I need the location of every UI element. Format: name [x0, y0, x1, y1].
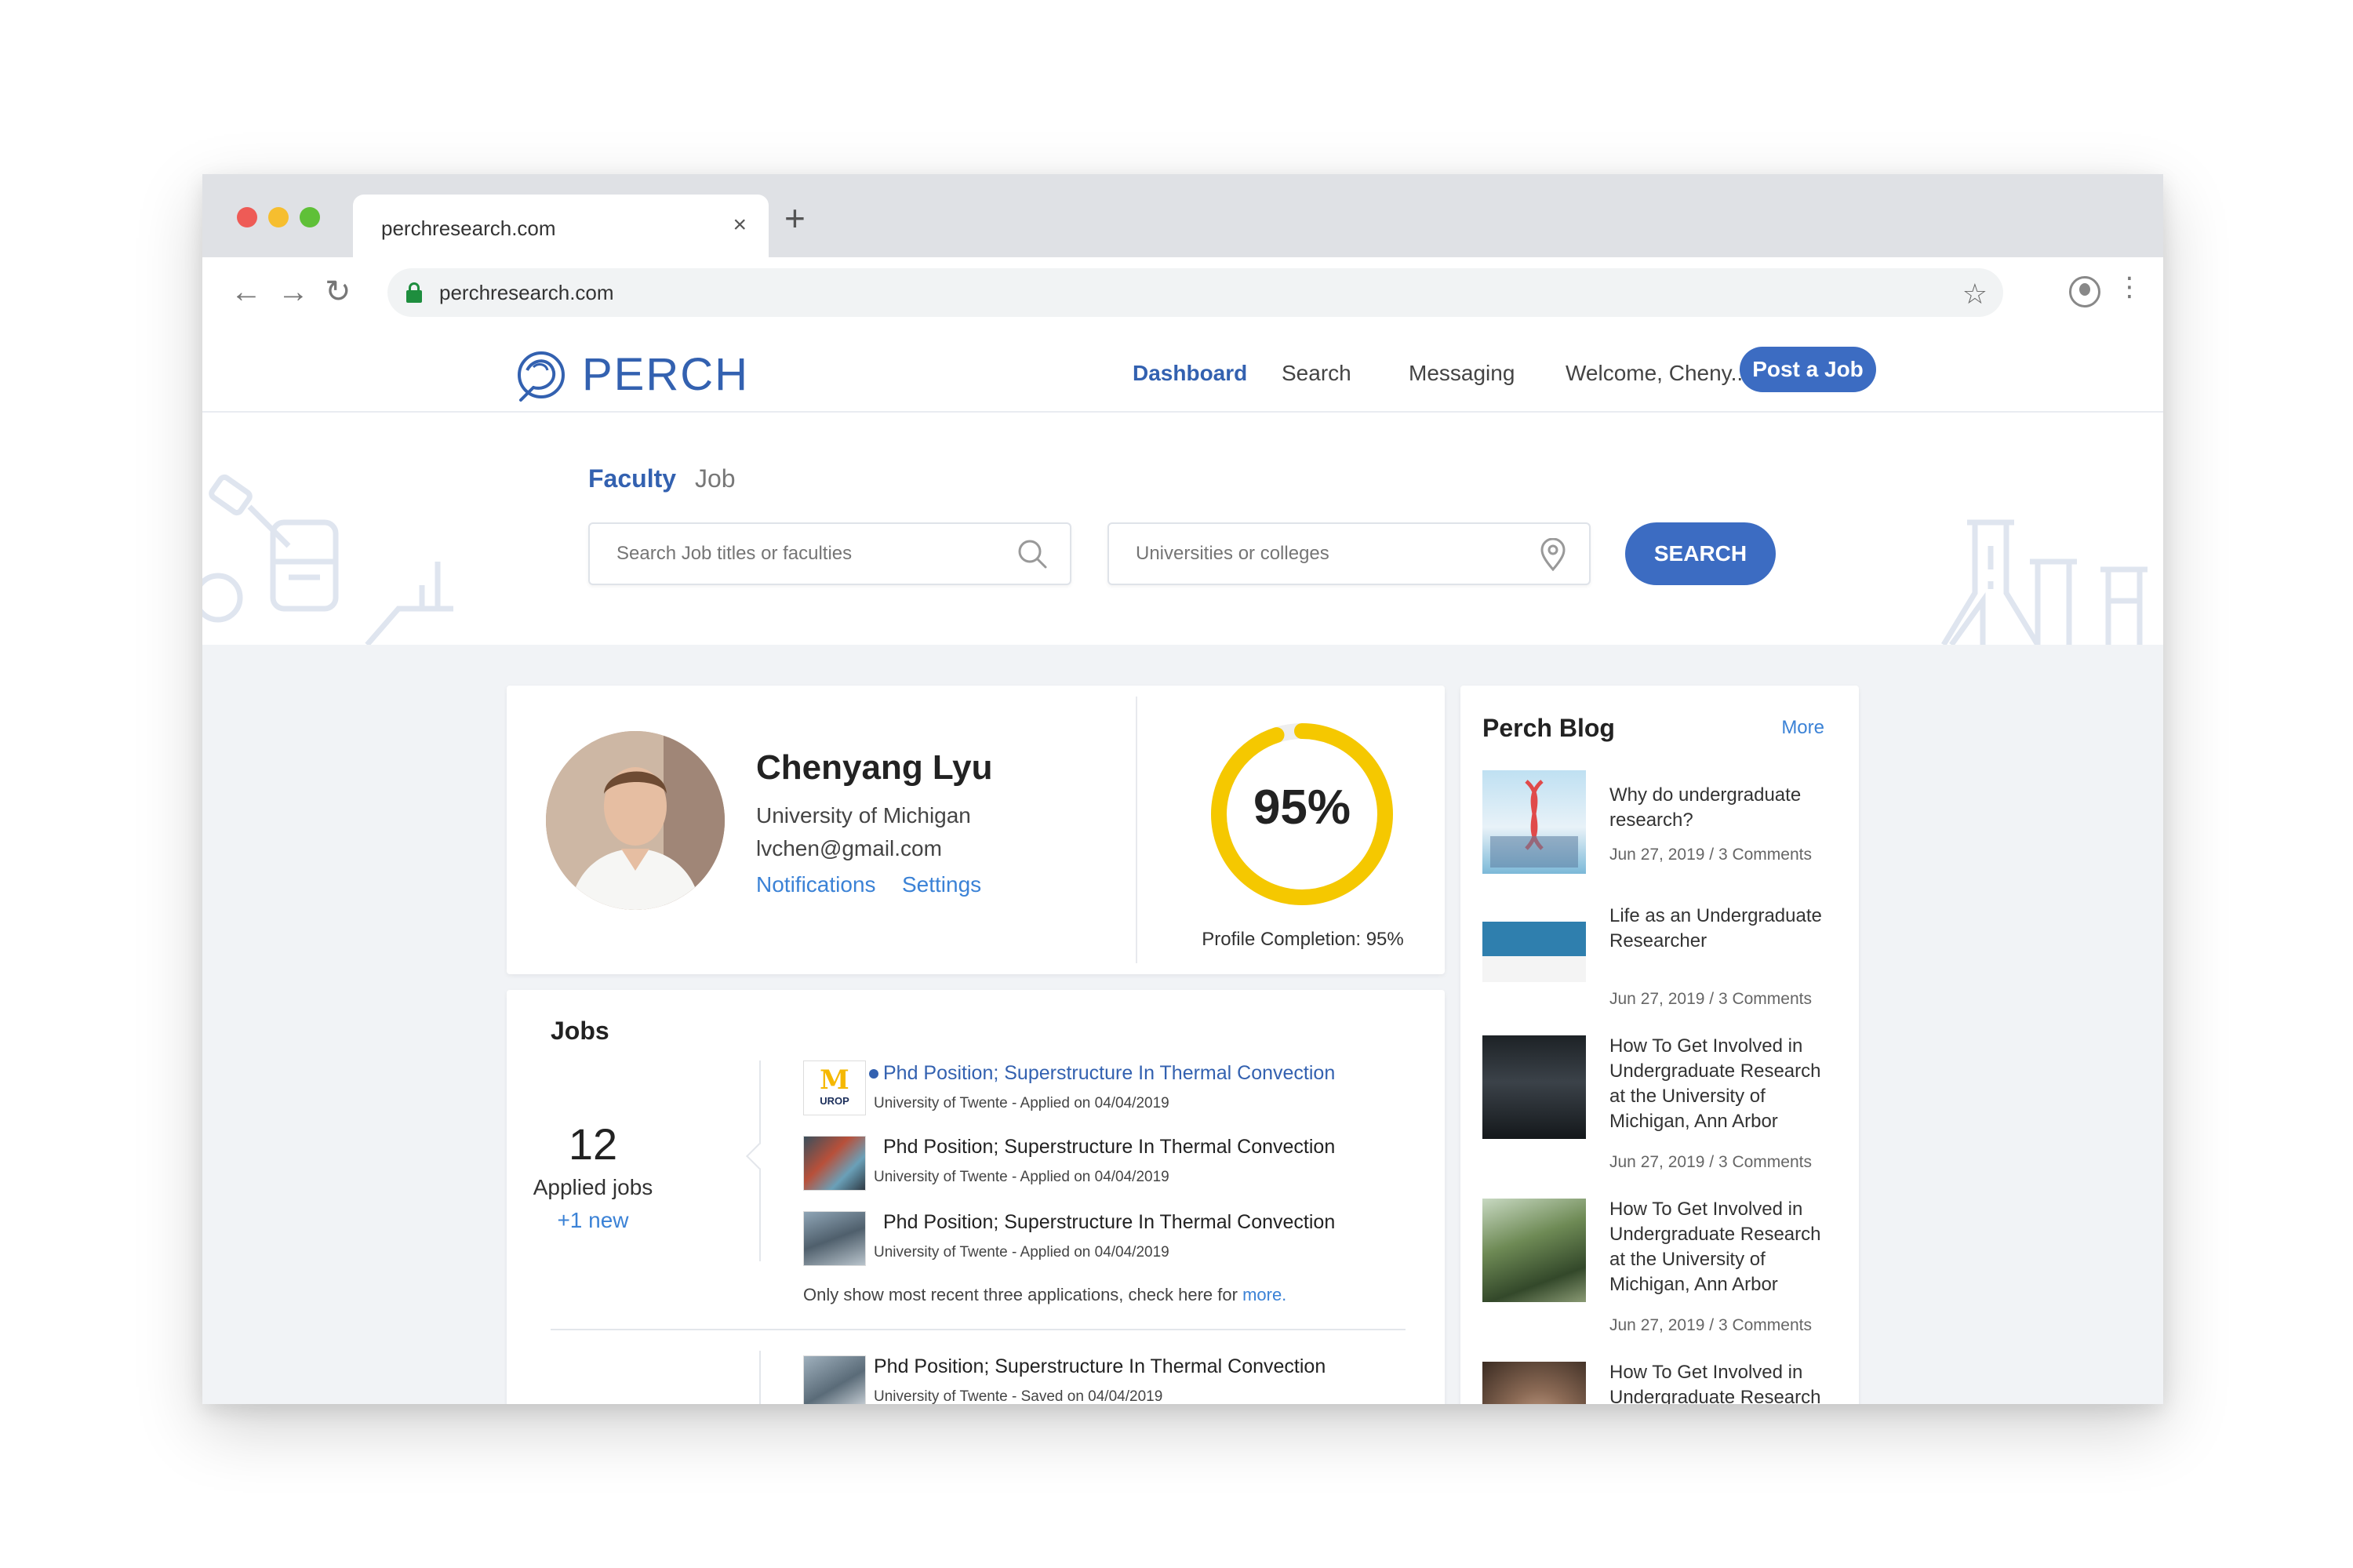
new-applied-link[interactable]: +1 new — [507, 1208, 679, 1233]
nav-dashboard[interactable]: Dashboard — [1133, 361, 1247, 386]
blog-thumbnail-audience[interactable] — [1482, 1035, 1586, 1139]
more-applications-link[interactable]: more. — [1242, 1285, 1286, 1304]
jobs-title: Jobs — [551, 1017, 609, 1045]
blog-post-meta: Jun 27, 2019 / 3 Comments — [1609, 1316, 1812, 1334]
reload-icon[interactable]: ↻ — [325, 275, 351, 309]
blog-thumbnail-portrait[interactable] — [1482, 1362, 1586, 1404]
site-header: PERCH Dashboard Search Messaging Welcome… — [202, 328, 2163, 413]
job-title-link[interactable]: Phd Position; Superstructure In Thermal … — [883, 1211, 1335, 1234]
profile-university: University of Michigan — [756, 803, 971, 828]
search-hero: Faculty Job SEARCH — [202, 413, 2163, 645]
blog-thumbnail-dna[interactable] — [1482, 770, 1586, 874]
browser-window: perchresearch.com × + ← → ↻ perchresearc… — [202, 174, 2163, 1404]
blog-post-meta: Jun 27, 2019 / 3 Comments — [1609, 1153, 1812, 1171]
profile-divider — [1136, 697, 1137, 963]
job-search-input[interactable] — [588, 522, 1071, 585]
welcome-label: Welcome, Cheny... — [1566, 361, 1749, 385]
logo-text[interactable]: PERCH — [582, 348, 749, 401]
new-tab-button[interactable]: + — [784, 200, 806, 236]
browser-menu-icon[interactable]: ⋮ — [2116, 271, 2143, 303]
lab-flasks-illustration-icon — [1941, 519, 2148, 645]
tab-job[interactable]: Job — [695, 464, 736, 493]
job-meta: University of Twente - Applied on 04/04/… — [874, 1095, 1169, 1111]
blog-card: Perch Blog More Why do undergraduate res… — [1460, 686, 1859, 1404]
address-bar: ← → ↻ perchresearch.com ☆ ⋮ — [202, 257, 2163, 328]
saved-job-meta: University of Twente - Saved on 04/04/20… — [874, 1388, 1163, 1404]
saved-job-title-link[interactable]: Phd Position; Superstructure In Thermal … — [874, 1355, 1326, 1378]
search-button[interactable]: SEARCH — [1625, 522, 1776, 585]
job-title-link[interactable]: Phd Position; Superstructure In Thermal … — [883, 1136, 1335, 1159]
umich-logo-mark: M — [820, 1064, 849, 1096]
notifications-link[interactable]: Notifications — [756, 872, 876, 897]
applied-count: 12 — [568, 1119, 618, 1169]
job-meta: University of Twente - Applied on 04/04/… — [874, 1244, 1169, 1261]
blog-post-title[interactable]: How To Get Involved in Undergraduate Res… — [1609, 1197, 1837, 1297]
profile-name: Chenyang Lyu — [756, 748, 993, 787]
blog-post-title[interactable]: How To Get Involved in Undergraduate Res… — [1609, 1034, 1837, 1134]
blog-post-title[interactable]: Why do undergraduate research? — [1609, 783, 1837, 833]
job-thumbnail-image[interactable] — [803, 1136, 866, 1191]
umich-logo-thumbnail[interactable]: M UROP — [803, 1060, 866, 1115]
close-window-button[interactable] — [237, 207, 257, 227]
jobs-pointer — [746, 1143, 773, 1170]
blog-post-meta: Jun 27, 2019 / 3 Comments — [1609, 990, 1812, 1008]
tab-title: perchresearch.com — [381, 216, 556, 240]
job-thumbnail-image[interactable] — [803, 1211, 866, 1266]
browser-profile-icon[interactable] — [2069, 276, 2100, 307]
tab-faculty[interactable]: Faculty — [588, 464, 676, 493]
nav-search[interactable]: Search — [1282, 361, 1351, 386]
unread-dot — [869, 1069, 878, 1079]
url-field[interactable]: perchresearch.com ☆ — [387, 268, 2003, 317]
applied-label: Applied jobs — [533, 1175, 653, 1199]
blog-post-title[interactable]: How To Get Involved in Undergraduate Res… — [1609, 1360, 1837, 1404]
bookmark-star-icon[interactable]: ☆ — [1962, 278, 1988, 311]
nav-welcome-user-menu[interactable]: Welcome, Cheny... — [1566, 361, 1769, 386]
browser-tab[interactable]: perchresearch.com × — [353, 195, 769, 257]
blog-post-meta: Jun 27, 2019 / 3 Comments — [1609, 846, 1812, 864]
url-text: perchresearch.com — [439, 281, 614, 304]
settings-link[interactable]: Settings — [902, 872, 981, 897]
completion-label: Profile Completion: 95% — [1202, 929, 1404, 950]
blog-more-link[interactable]: More — [1781, 717, 1824, 739]
profile-card: Chenyang Lyu University of Michigan lvch… — [507, 686, 1445, 974]
tab-close-icon[interactable]: × — [733, 212, 747, 238]
post-job-button[interactable]: Post a Job — [1740, 347, 1876, 392]
profile-email: lvchen@gmail.com — [756, 836, 942, 860]
perch-bird-logo-icon[interactable] — [510, 347, 568, 405]
jobs-section-divider — [551, 1329, 1406, 1330]
jobs-card: Jobs 12 Applied jobs +1 new M UROP Phd P… — [507, 990, 1445, 1404]
blog-title: Perch Blog — [1482, 714, 1615, 742]
tab-strip: perchresearch.com × + — [202, 174, 2163, 257]
avatar[interactable] — [546, 731, 725, 910]
nav-messaging[interactable]: Messaging — [1409, 361, 1515, 386]
job-title-link[interactable]: Phd Position; Superstructure In Thermal … — [883, 1062, 1335, 1085]
blog-post-title[interactable]: Life as an Undergraduate Researcher — [1609, 904, 1837, 954]
completion-percent: 95% — [1253, 780, 1351, 835]
minimize-window-button[interactable] — [268, 207, 289, 227]
lock-icon — [406, 282, 422, 303]
saved-jobs-divider — [759, 1351, 761, 1404]
microscope-illustration-icon — [202, 474, 453, 645]
urop-label: UROP — [820, 1095, 849, 1107]
maximize-window-button[interactable] — [300, 207, 320, 227]
job-meta: University of Twente - Applied on 04/04/… — [874, 1169, 1169, 1185]
location-pin-icon[interactable] — [1539, 538, 1567, 571]
blog-thumbnail-classroom[interactable] — [1482, 896, 1586, 982]
back-arrow-icon[interactable]: ← — [231, 275, 262, 309]
recent-applications-note: Only show most recent three applications… — [803, 1285, 1287, 1304]
university-search-input[interactable] — [1107, 522, 1591, 585]
search-icon[interactable] — [1016, 538, 1048, 569]
blog-thumbnail-waterfall[interactable] — [1482, 1199, 1586, 1302]
forward-arrow-icon[interactable]: → — [278, 275, 309, 309]
job-thumbnail-image[interactable] — [803, 1355, 866, 1404]
